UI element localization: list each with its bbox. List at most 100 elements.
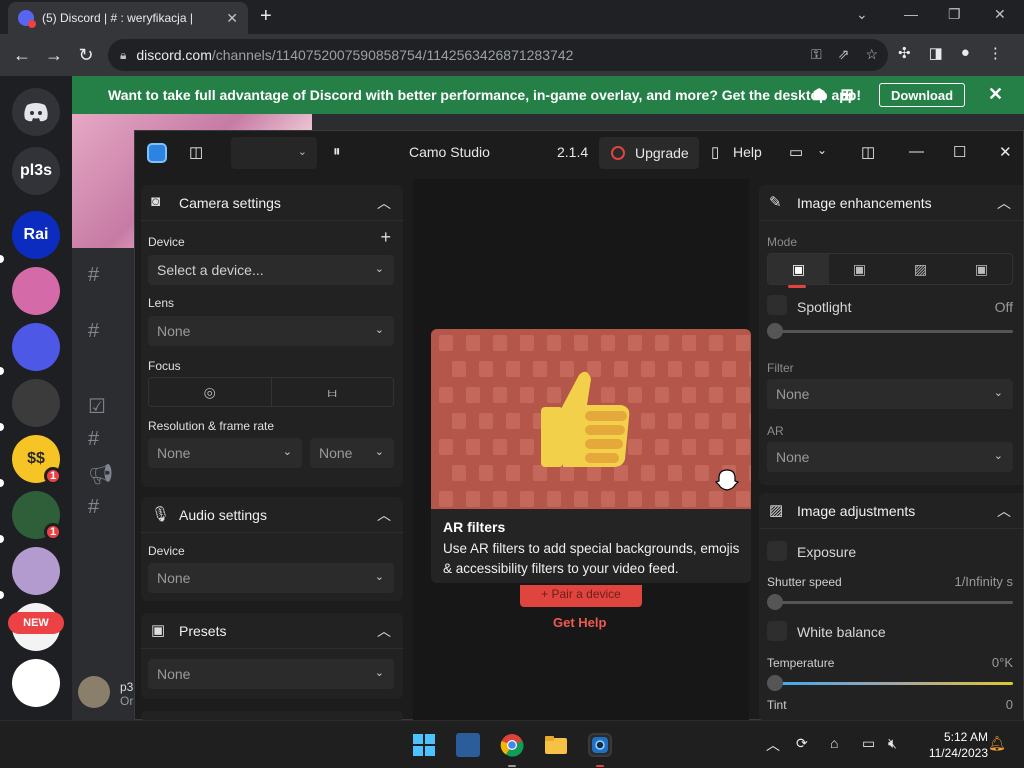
close-icon[interactable]: ✕	[999, 143, 1012, 161]
reload-icon[interactable]: ↻	[70, 45, 102, 66]
server-icon[interactable]: 1	[12, 491, 62, 541]
server-icon[interactable]: pl3s	[12, 147, 60, 195]
video-camera-icon[interactable]: ▭	[789, 143, 803, 161]
ar-filters-popup[interactable]: AR filters Use AR filters to add special…	[431, 329, 751, 583]
server-icon[interactable]	[12, 267, 60, 315]
key-icon[interactable]: ⚿	[811, 46, 822, 63]
get-help-link[interactable]: Get Help	[553, 615, 606, 630]
server-icon[interactable]: $$ 1	[12, 435, 62, 485]
banner-close-icon[interactable]: ✕	[988, 84, 1003, 105]
camera-settings-header[interactable]: ◙ Camera settings ︿	[141, 185, 403, 221]
shutter-slider-handle[interactable]	[767, 594, 783, 610]
chevron-up-icon[interactable]: ︿	[997, 501, 1011, 521]
white-balance-checkbox[interactable]	[767, 621, 787, 641]
display-icon[interactable]: ▭	[862, 735, 875, 752]
tab-search-icon[interactable]: ⌄	[856, 6, 868, 23]
layout-icon[interactable]: ◫	[861, 143, 875, 161]
audio-settings-header[interactable]: 🎙︎ Audio settings ︿	[141, 497, 403, 533]
chrome-menu-icon[interactable]: ⋮	[988, 44, 1003, 62]
close-window-icon[interactable]: ✕	[994, 6, 1006, 23]
checkbox-channel-icon[interactable]: ☑	[88, 394, 106, 419]
address-bar[interactable]: 🔒︎ discord.com/channels/1140752007590858…	[108, 39, 888, 71]
browser-tab[interactable]: (5) Discord | # : weryfikacja | ✕	[8, 2, 248, 34]
image-enhancements-header[interactable]: ✎ Image enhancements ︿	[759, 185, 1023, 221]
announcement-icon[interactable]: 📢︎	[88, 462, 113, 487]
presets-select[interactable]: None ⌄	[148, 659, 394, 689]
new-badge[interactable]: NEW	[8, 612, 64, 634]
forward-icon[interactable]: →	[38, 45, 70, 66]
temperature-slider-handle[interactable]	[767, 675, 783, 691]
tab-close-icon[interactable]: ✕	[226, 10, 238, 27]
network-icon[interactable]: ⌂	[830, 735, 838, 751]
channel-icon[interactable]: #	[88, 428, 99, 451]
bookmark-star-icon[interactable]: ☆	[865, 46, 878, 63]
server-icon[interactable]	[12, 379, 60, 427]
filter-select[interactable]: None ⌄	[767, 379, 1013, 409]
framerate-select[interactable]: None ⌄	[310, 438, 394, 468]
camo-logo-icon	[147, 143, 167, 163]
file-explorer-icon[interactable]	[544, 733, 568, 757]
audio-device-select[interactable]: None ⌄	[148, 563, 394, 593]
pair-device-button[interactable]: + Pair a device	[520, 585, 642, 607]
restore-icon[interactable]: ❐	[948, 6, 961, 23]
volume-icon[interactable]: 🔇︎	[888, 735, 897, 752]
mode-blur-icon[interactable]: ▨	[890, 254, 951, 284]
upgrade-button[interactable]: Upgrade	[599, 137, 699, 169]
add-device-icon[interactable]: +	[380, 227, 391, 248]
source-select[interactable]: ⌄	[231, 137, 317, 169]
help-button[interactable]: Help	[733, 144, 762, 160]
taskbar-clock[interactable]: 5:12 AM 11/24/2023	[918, 729, 988, 761]
side-panel-icon[interactable]: ◨	[929, 44, 943, 62]
server-icon[interactable]	[12, 659, 60, 707]
chrome-icon[interactable]	[500, 733, 524, 757]
exposure-checkbox[interactable]	[767, 541, 787, 561]
channel-icon[interactable]: #	[88, 496, 99, 519]
ar-select[interactable]: None ⌄	[767, 442, 1013, 472]
shutter-slider-track[interactable]	[773, 601, 1013, 604]
share-icon[interactable]: ⇗	[838, 46, 850, 63]
new-tab-button[interactable]: +	[260, 5, 272, 28]
manual-focus-icon[interactable]: ⧦	[270, 378, 394, 406]
chevron-up-icon[interactable]: ︿	[997, 193, 1011, 213]
camera-device-select[interactable]: Select a device... ⌄	[148, 255, 394, 285]
minimize-icon[interactable]: —	[904, 6, 918, 22]
temperature-slider-track[interactable]	[777, 682, 1013, 685]
presets-header[interactable]: ▣ Presets ︿	[141, 613, 403, 649]
pause-icon[interactable]: ⏸︎	[333, 143, 341, 160]
start-icon[interactable]	[412, 733, 436, 757]
spotlight-checkbox[interactable]	[767, 295, 787, 315]
maximize-icon[interactable]: ☐	[953, 143, 966, 161]
sync-icon[interactable]: ⟳	[796, 735, 808, 752]
mode-portrait-icon[interactable]: ▣	[829, 254, 890, 284]
mention-badge: 1	[44, 523, 62, 541]
extensions-icon[interactable]: ✣	[898, 44, 911, 62]
resolution-select[interactable]: None ⌄	[148, 438, 302, 468]
profile-icon[interactable]: ●	[961, 44, 970, 62]
spotlight-slider-track[interactable]	[773, 330, 1013, 333]
mode-person-icon[interactable]: ▣	[768, 254, 829, 288]
server-icon[interactable]	[12, 547, 60, 595]
notification-bell-icon[interactable]: 🔔︎	[988, 735, 1006, 752]
chevron-up-icon[interactable]: ︿	[377, 193, 391, 213]
chevron-up-icon[interactable]: ︿	[377, 621, 391, 641]
camo-taskbar-icon[interactable]	[588, 733, 612, 757]
image-adjustments-header[interactable]: ▨ Image adjustments ︿	[759, 493, 1023, 529]
channel-icon[interactable]: #	[88, 320, 99, 343]
lens-select[interactable]: None ⌄	[148, 316, 394, 346]
mode-background-icon[interactable]: ▣	[951, 254, 1012, 284]
autofocus-icon[interactable]: ◎	[149, 378, 271, 406]
channel-icon[interactable]: #	[88, 264, 99, 287]
chevron-up-icon[interactable]: ︿	[377, 505, 391, 525]
sidebar-toggle-icon[interactable]: ◫	[189, 143, 203, 161]
server-icon[interactable]	[12, 323, 60, 371]
chevron-down-icon[interactable]: ⌄	[817, 143, 827, 157]
discord-home-icon[interactable]	[12, 88, 60, 136]
download-button[interactable]: Download	[879, 83, 965, 107]
back-icon[interactable]: ←	[6, 45, 38, 66]
tray-overflow-icon[interactable]: ︿	[766, 735, 780, 755]
server-icon[interactable]: Rai	[12, 211, 60, 259]
user-avatar[interactable]	[78, 676, 110, 708]
minimize-icon[interactable]: —	[909, 143, 924, 160]
task-view-icon[interactable]	[456, 733, 480, 757]
spotlight-slider-handle[interactable]	[767, 323, 783, 339]
